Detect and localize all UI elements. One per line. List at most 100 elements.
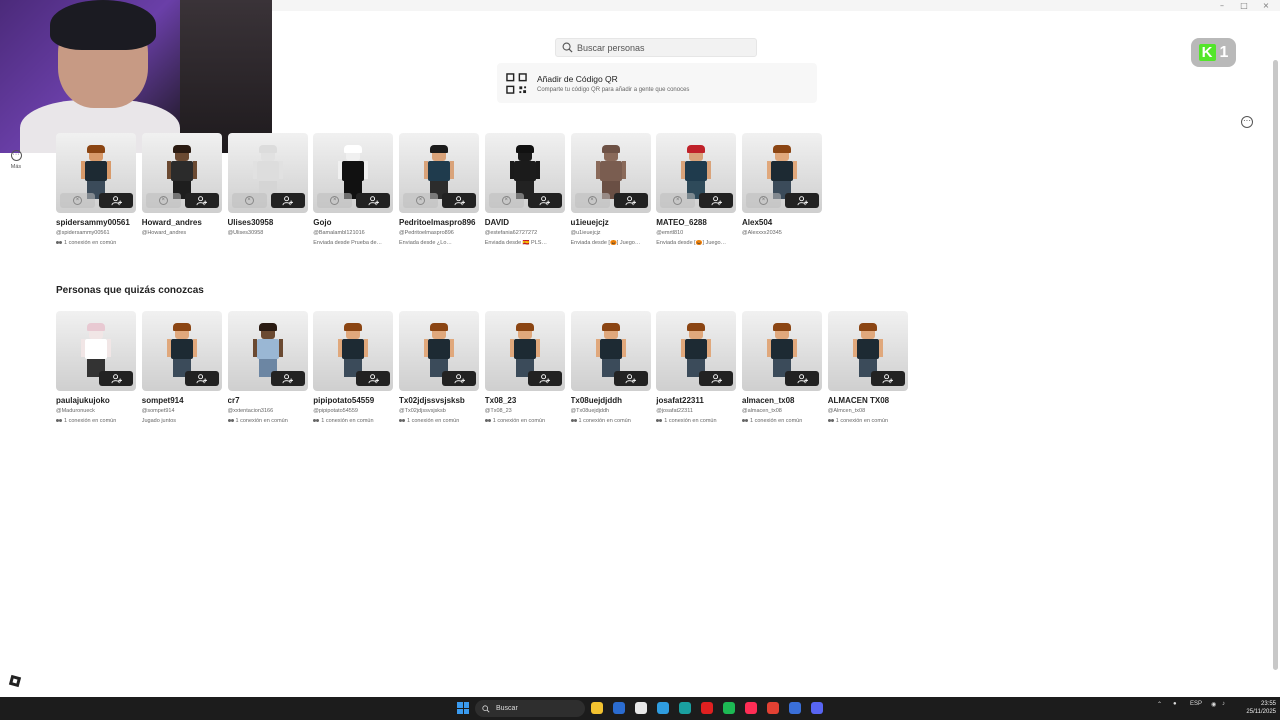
avatar-thumbnail[interactable]: [313, 311, 394, 391]
user-card[interactable]: × Gojo @Bamalambl121016 Enviada desde Prueb…: [313, 133, 394, 246]
maximize-icon[interactable]: □: [1234, 0, 1254, 11]
user-card[interactable]: × DAVID @estefania62727272 Enviada desde 🇪🇸…: [484, 133, 565, 246]
search-bar[interactable]: [555, 38, 757, 57]
discord-icon[interactable]: [811, 702, 823, 714]
user-card[interactable]: × u1ieuejcjz @u1ieuejcjz Enviada desde [🎃] …: [570, 133, 651, 246]
user-card[interactable]: × Pedritoelmaspro896 @Pedritoelmaspro896 En…: [399, 133, 479, 246]
avatar-thumbnail[interactable]: [141, 311, 222, 391]
avatar-thumbnail[interactable]: [570, 311, 651, 391]
user-card[interactable]: Tx08uejdjddh @Tx08uejdjddh 1 conexión en c…: [570, 311, 651, 424]
add-connection-button[interactable]: [699, 193, 734, 208]
file-explorer-icon[interactable]: [591, 702, 603, 714]
username[interactable]: Tx08_23: [485, 396, 565, 405]
add-connection-button[interactable]: [99, 193, 133, 208]
username[interactable]: MATEO_6288: [656, 218, 736, 227]
user-card[interactable]: ALMACEN TX08 @Almcen_tx08 1 conexión en co…: [827, 311, 908, 424]
chevron-up-icon[interactable]: ⌃: [1157, 701, 1162, 708]
username[interactable]: Ulises30958: [228, 218, 308, 227]
user-card[interactable]: Tx08_23 @Tx08_23 1 conexión en común: [484, 311, 565, 424]
avatar-thumbnail[interactable]: [742, 311, 822, 391]
add-connection-button[interactable]: [613, 193, 648, 208]
add-connection-button[interactable]: [699, 371, 734, 386]
add-connection-button[interactable]: [442, 371, 476, 386]
decline-request-button[interactable]: ×: [231, 193, 267, 208]
username[interactable]: almacen_tx08: [742, 396, 822, 405]
decline-request-button[interactable]: ×: [60, 193, 95, 208]
store-icon[interactable]: [635, 702, 647, 714]
add-connection-button[interactable]: [270, 371, 305, 386]
avatar-thumbnail[interactable]: ×: [742, 133, 822, 213]
spotify-icon[interactable]: [723, 702, 735, 714]
avatar-thumbnail[interactable]: ×: [399, 133, 479, 213]
username[interactable]: u1ieuejcjz: [571, 218, 651, 227]
username[interactable]: cr7: [228, 396, 308, 405]
username[interactable]: Alex504: [742, 218, 822, 227]
roblox-logo-icon[interactable]: [8, 674, 22, 688]
avatar-thumbnail[interactable]: ×: [484, 133, 565, 213]
roblox-studio-icon[interactable]: [789, 702, 801, 714]
avatar-thumbnail[interactable]: ×: [656, 133, 737, 213]
chrome-icon[interactable]: [767, 702, 779, 714]
decline-request-button[interactable]: ×: [574, 193, 610, 208]
user-card[interactable]: paulajukujoko @Maduronueck 1 conexión en c…: [56, 311, 136, 424]
volume-icon[interactable]: ♪: [1222, 701, 1225, 707]
language-indicator[interactable]: ESP: [1190, 701, 1202, 707]
username[interactable]: Tx08uejdjddh: [571, 396, 651, 405]
avatar-thumbnail[interactable]: [656, 311, 737, 391]
taskbar-clock[interactable]: 23:55 25/11/2025: [1236, 700, 1276, 716]
tiktok-icon[interactable]: [745, 702, 757, 714]
edge-browser-icon[interactable]: [679, 702, 691, 714]
decline-request-button[interactable]: ×: [145, 193, 181, 208]
avatar-thumbnail[interactable]: [399, 311, 479, 391]
username[interactable]: DAVID: [485, 218, 565, 227]
user-card[interactable]: cr7 @xxtentacion3166 1 conexión en común: [227, 311, 308, 424]
user-card[interactable]: Tx02jdjssvsjsksb @Tx02jdjssvsjsksb 1 conex…: [399, 311, 479, 424]
avatar-thumbnail[interactable]: ×: [313, 133, 394, 213]
notes-icon[interactable]: [613, 702, 625, 714]
add-connection-button[interactable]: [99, 371, 133, 386]
add-connection-button[interactable]: [785, 371, 819, 386]
avatar-thumbnail[interactable]: [827, 311, 908, 391]
user-card[interactable]: × Ulises30958 @Ulises30958: [227, 133, 308, 236]
username[interactable]: sompet914: [142, 396, 222, 405]
user-card[interactable]: sompet914 @sompet914 Jugado juntos: [141, 311, 222, 424]
add-connection-button[interactable]: [356, 371, 391, 386]
add-connection-button[interactable]: [870, 371, 905, 386]
avatar-thumbnail[interactable]: ×: [56, 133, 136, 213]
add-connection-button[interactable]: [270, 193, 305, 208]
decline-request-button[interactable]: ×: [488, 193, 524, 208]
add-connection-button[interactable]: [184, 371, 219, 386]
decline-request-button[interactable]: ×: [660, 193, 696, 208]
add-connection-button[interactable]: [184, 193, 219, 208]
username[interactable]: Pedritoelmaspro896: [399, 218, 479, 227]
avatar-thumbnail[interactable]: [484, 311, 565, 391]
wifi-icon[interactable]: ◉: [1211, 701, 1216, 708]
minimize-icon[interactable]: –: [1212, 0, 1232, 11]
username[interactable]: pipipotato54559: [313, 396, 393, 405]
username[interactable]: paulajukujoko: [56, 396, 136, 405]
taskbar-search[interactable]: Buscar: [475, 700, 585, 717]
decline-request-button[interactable]: ×: [317, 193, 353, 208]
username[interactable]: Howard_andres: [142, 218, 222, 227]
add-connection-button[interactable]: [356, 193, 391, 208]
decline-request-button[interactable]: ×: [403, 193, 438, 208]
user-card[interactable]: × Howard_andres @Howard_andres: [141, 133, 222, 236]
username[interactable]: josafat22311: [656, 396, 736, 405]
add-connection-button[interactable]: [527, 371, 562, 386]
add-connection-button[interactable]: [527, 193, 562, 208]
avatar-thumbnail[interactable]: ×: [141, 133, 222, 213]
username[interactable]: Gojo: [313, 218, 393, 227]
scrollbar[interactable]: [1273, 60, 1278, 670]
close-icon[interactable]: ×: [1256, 0, 1276, 11]
avatar-thumbnail[interactable]: ×: [227, 133, 308, 213]
add-qr-code-card[interactable]: Añadir de Código QR Comparte tu código Q…: [497, 63, 817, 103]
add-connection-button[interactable]: [613, 371, 648, 386]
youtube-icon[interactable]: [701, 702, 713, 714]
user-card[interactable]: × Alex504 @Alexxxx20345: [742, 133, 822, 236]
decline-request-button[interactable]: ×: [746, 193, 781, 208]
user-card[interactable]: × MATEO_6288 @emrtl810 Enviada desde [🎃] Ju…: [656, 133, 737, 246]
avatar-thumbnail[interactable]: [56, 311, 136, 391]
user-card[interactable]: pipipotato54559 @pipipotato54559 1 conexió…: [313, 311, 394, 424]
sidebar-item-more[interactable]: ··· Más: [8, 150, 24, 170]
microphone-icon[interactable]: ●: [1173, 701, 1177, 707]
